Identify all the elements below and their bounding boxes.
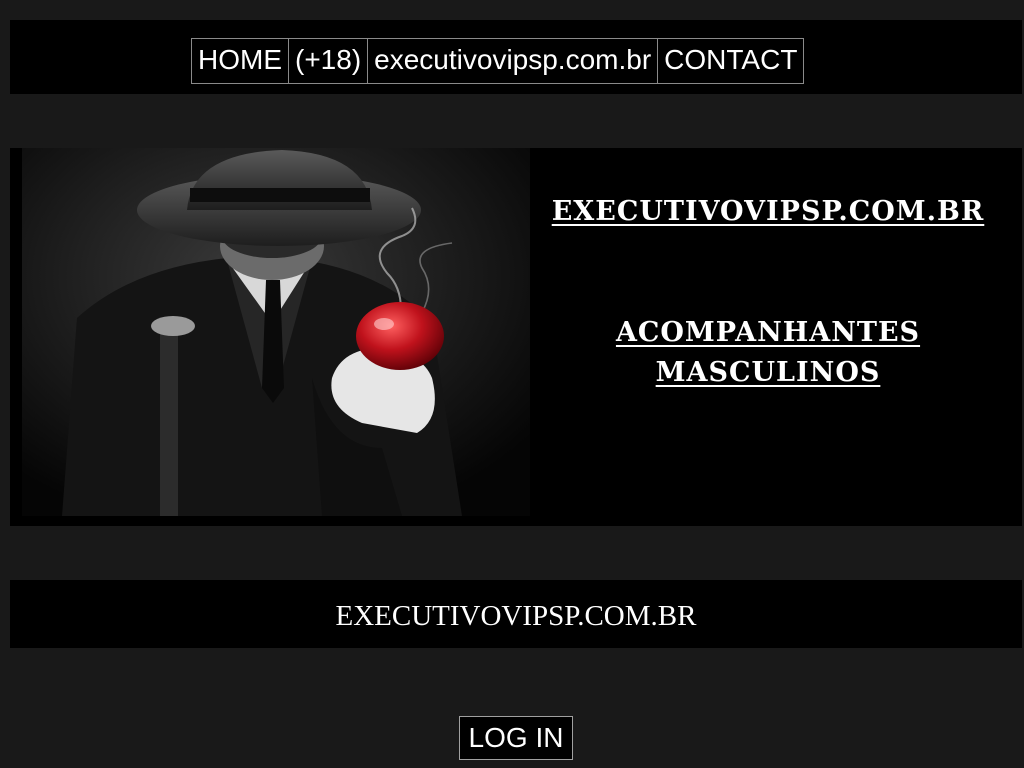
hero-subtitle-line2: MASCULINOS (655, 357, 881, 388)
hero-title: EXECUTIVOVIPSP.COM.BR (551, 196, 985, 227)
hero-banner: EXECUTIVOVIPSP.COM.BR ACOMPANHANTES MASC… (10, 148, 1022, 526)
nav-home-link[interactable]: HOME (192, 39, 289, 83)
top-navigation-bar: HOME (+18) executivovipsp.com.br CONTACT (10, 20, 1022, 94)
site-name-text: EXECUTIVOVIPSP.COM.BR (335, 600, 697, 632)
nav-site-link[interactable]: executivovipsp.com.br (368, 39, 659, 83)
nav-contact-link[interactable]: CONTACT (658, 39, 803, 83)
nav-adult-link[interactable]: (+18) (289, 39, 369, 83)
hero-subtitle: ACOMPANHANTES MASCULINOS (530, 313, 1006, 393)
login-button[interactable]: LOG IN (459, 716, 573, 760)
site-name-band: EXECUTIVOVIPSP.COM.BR (10, 580, 1022, 648)
navigation-menu: HOME (+18) executivovipsp.com.br CONTACT (191, 38, 805, 84)
hero-subtitle-line1: ACOMPANHANTES (615, 317, 921, 348)
hero-photo (22, 148, 530, 516)
